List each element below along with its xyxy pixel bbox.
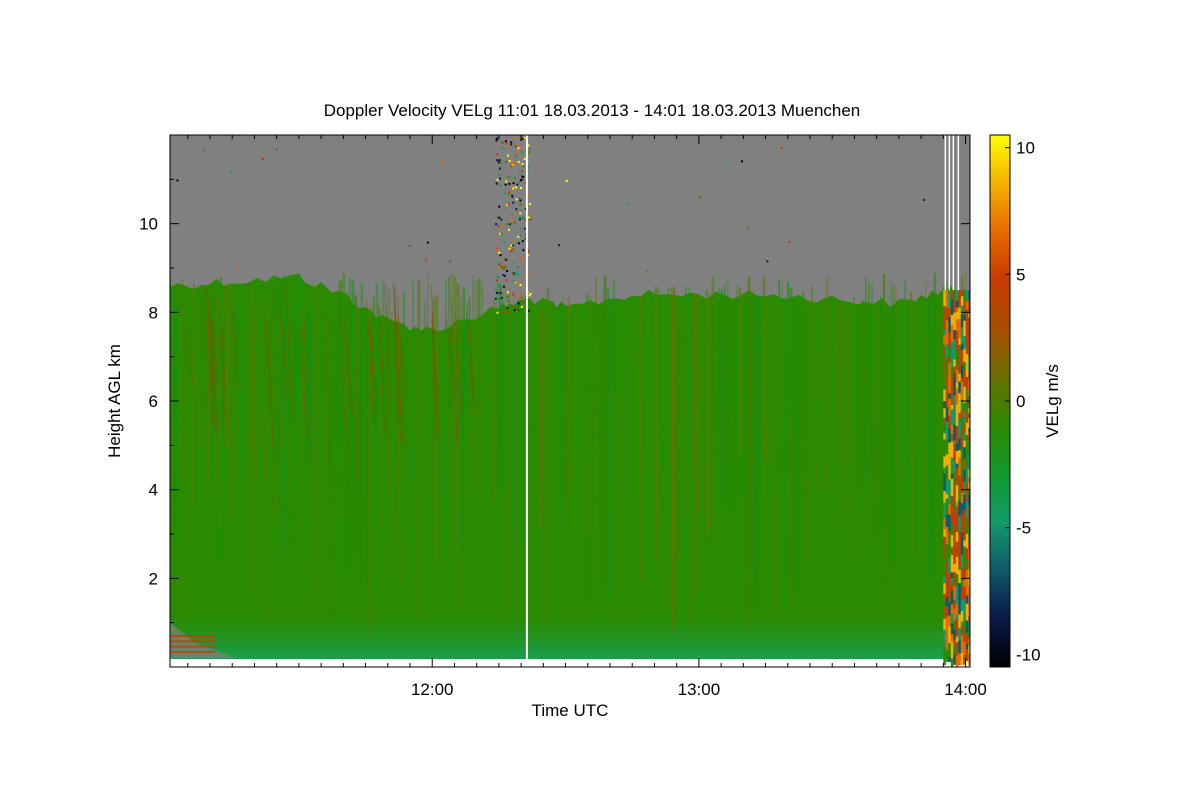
colorbar-tick-label: -10 — [1016, 645, 1041, 664]
surface-gap — [170, 659, 970, 667]
colorbar-tick-label: 10 — [1016, 139, 1035, 158]
doppler-velocity-chart: Doppler Velocity VELg 11:01 18.03.2013 -… — [105, 101, 1062, 720]
x-tick-label: 12:00 — [411, 680, 454, 699]
colorbar: 10 5 0 -5 -10 VELg m/s — [989, 134, 1062, 668]
y-tick-label: 6 — [149, 392, 158, 411]
y-tick-label: 4 — [149, 481, 158, 500]
colorbar-tick-label: 5 — [1016, 265, 1025, 284]
chart-title: Doppler Velocity VELg 11:01 18.03.2013 -… — [324, 101, 861, 120]
x-axis-label: Time UTC — [532, 701, 609, 720]
plot-area — [170, 135, 970, 667]
colorbar-label: VELg m/s — [1043, 364, 1062, 438]
y-tick-label: 2 — [149, 569, 158, 588]
x-tick-label: 14:00 — [944, 680, 987, 699]
y-tick-label: 8 — [149, 303, 158, 322]
y-tick-label: 10 — [139, 215, 158, 234]
y-axis-label: Height AGL km — [105, 344, 124, 458]
colorbar-tick-label: -5 — [1016, 519, 1031, 538]
surface-layer-band — [170, 615, 970, 660]
x-tick-label: 13:00 — [678, 680, 721, 699]
colorbar-tick-label: 0 — [1016, 392, 1025, 411]
